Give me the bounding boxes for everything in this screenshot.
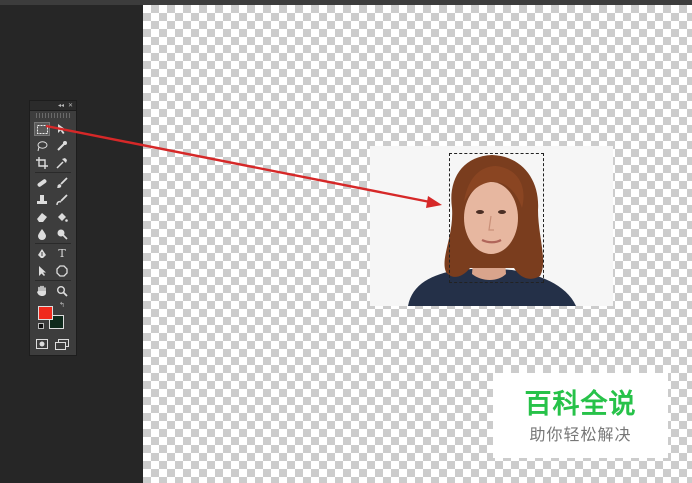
watermark-badge: 百科全说 助你轻松解决 bbox=[493, 373, 668, 458]
foreground-color-swatch[interactable] bbox=[38, 306, 53, 320]
watermark-subtitle: 助你轻松解决 bbox=[529, 425, 632, 444]
watermark-title: 百科全说 bbox=[524, 389, 637, 420]
